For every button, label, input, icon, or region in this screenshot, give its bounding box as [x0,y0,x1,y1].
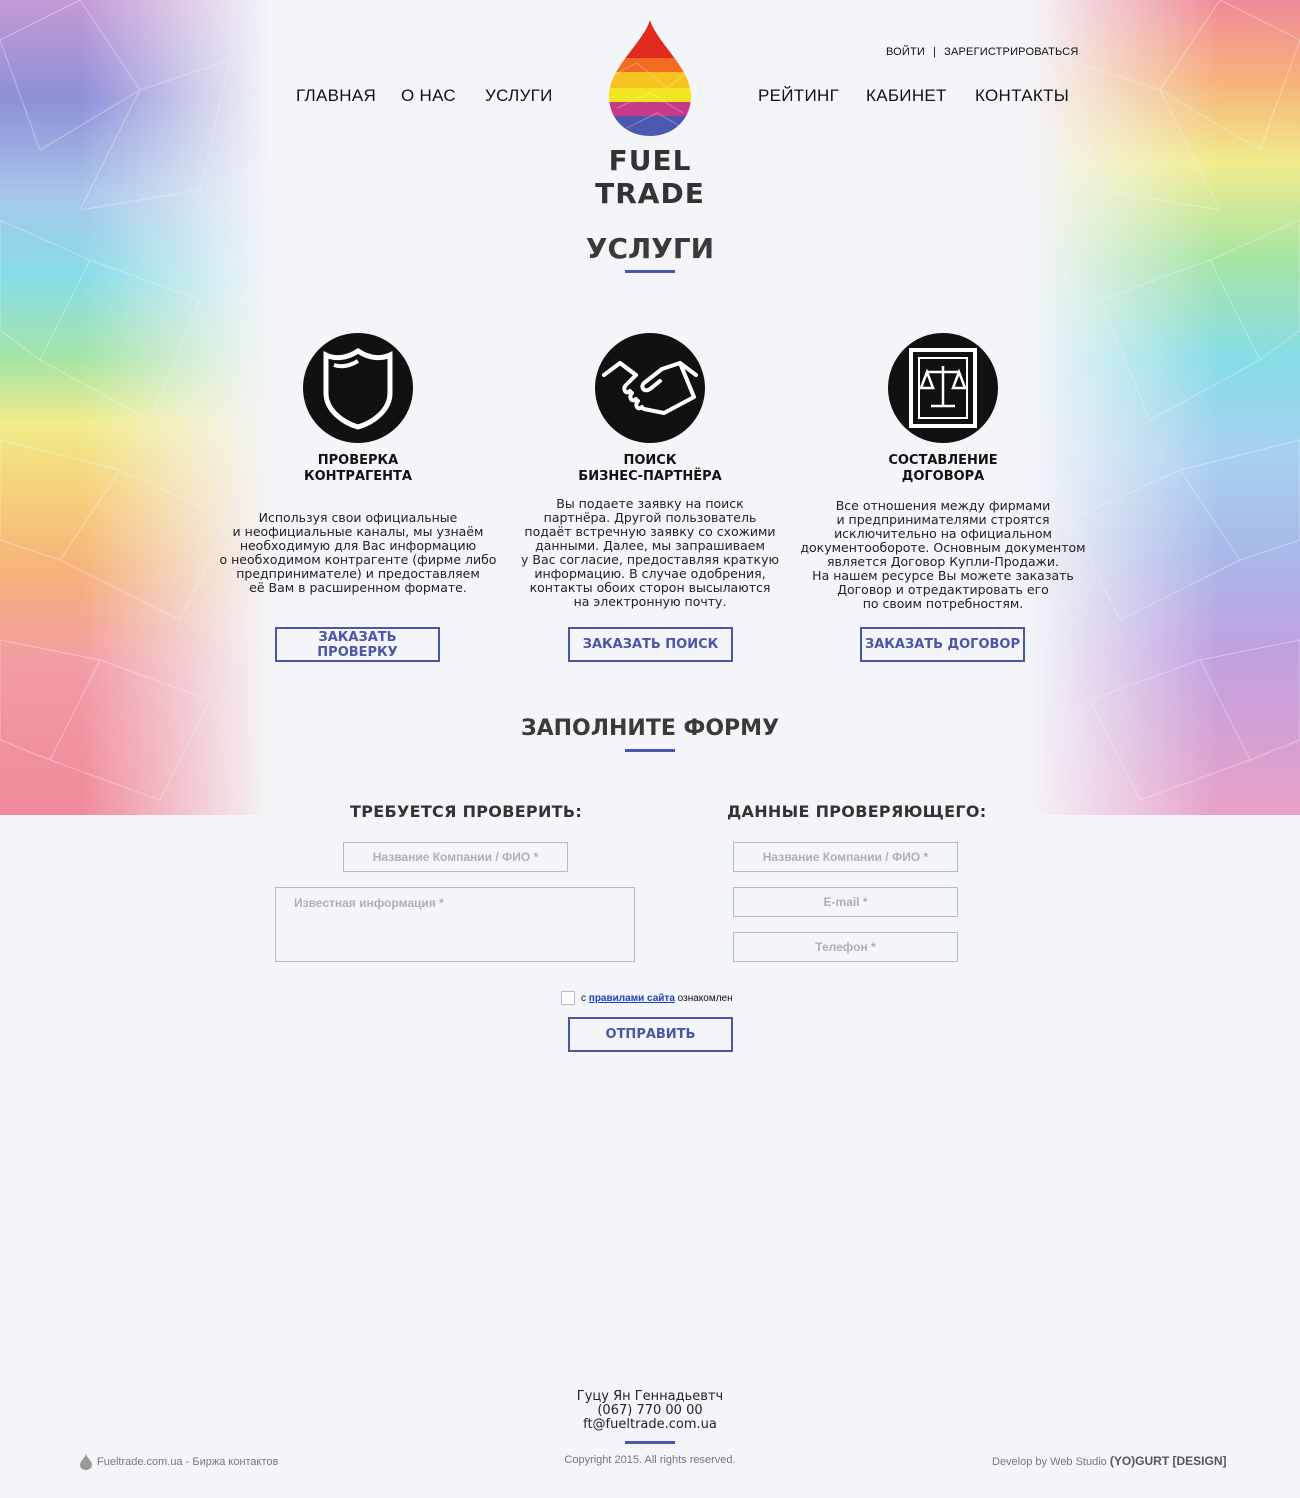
nav-item-services[interactable]: УСЛУГИ [485,86,553,106]
service-description: Все отношения между фирмами и предприним… [800,498,1086,611]
handshake-icon [595,333,705,443]
service-title-line1: ПРОВЕРКА [317,453,399,468]
target-section-heading: ТРЕБУЕТСЯ ПРОВЕРИТЬ: [350,802,583,821]
developer-logo[interactable]: (YO)GURT [DESIGN] [1110,1454,1227,1468]
checker-name-field[interactable] [733,842,958,872]
service-description: Используя свои официальные и неофициальн… [219,510,497,595]
service-title-line1: ПОИСК [623,453,677,468]
agree-prefix: с [581,992,586,1004]
site-rules-link[interactable]: правилами сайта [589,993,675,1004]
contacts-underline [625,1441,675,1444]
service-title: ПОИСК БИЗНЕС-ПАРТНЁРА [500,453,800,485]
service-title: СОСТАВЛЕНИЕ ДОГОВОРА [793,453,1093,485]
known-info-field[interactable] [275,887,635,962]
submit-button[interactable]: ОТПРАВИТЬ [568,1017,733,1052]
nav-item-cabinet[interactable]: КАБИНЕТ [866,86,947,106]
service-title: ПРОВЕРКА КОНТРАГЕНТА [208,453,508,485]
agree-rules: с правилами сайта ознакомлен [561,991,733,1005]
contact-email[interactable]: ft@fueltrade.com.ua [0,1418,1300,1432]
form-heading-underline [625,749,675,752]
developer-prefix: Develop by Web Studio [992,1456,1107,1468]
email-field[interactable] [733,887,958,917]
footer-developer: Develop by Web Studio (YO)GURT [DESIGN] [992,1454,1227,1468]
service-title-line2: КОНТРАГЕНТА [304,469,412,484]
contract-scales-icon [888,333,998,443]
service-title-line1: СОСТАВЛЕНИЕ [888,453,998,468]
service-description: Вы подаете заявку на поиск партнёра. Дру… [521,496,779,609]
nav-item-contacts[interactable]: КОНТАКТЫ [975,86,1069,106]
checker-section-heading: ДАННЫЕ ПРОВЕРЯЮЩЕГО: [727,802,987,821]
service-card-contract: СОСТАВЛЕНИЕ ДОГОВОРА Все отношения между… [793,333,1093,663]
logo[interactable]: FUEL TRADE [560,18,740,210]
contact-phone: (067) 770 00 00 [597,1403,703,1418]
nav-item-home[interactable]: ГЛАВНАЯ [296,86,376,106]
agree-checkbox[interactable] [561,991,575,1005]
services-heading: УСЛУГИ [585,232,715,265]
form-heading: ЗАПОЛНИТЕ ФОРМУ [520,716,780,741]
service-title-line2: ДОГОВОРА [901,469,985,484]
nav-item-about[interactable]: О НАС [401,86,456,106]
order-contract-button[interactable]: ЗАКАЗАТЬ ДОГОВОР [860,627,1025,662]
service-title-line2: БИЗНЕС-ПАРТНЁРА [578,469,722,484]
contact-name: Гуцу Ян Геннадьевтч [576,1389,724,1404]
fuel-drop-icon [609,20,691,136]
target-name-field[interactable] [343,842,568,872]
auth-links: ВОЙТИ | ЗАРЕГИСТРИРОВАТЬСЯ [886,46,1078,58]
contacts-block: Гуцу Ян Геннадьевтч (067) 770 00 00 ft@f… [0,1390,1300,1432]
order-search-button[interactable]: ЗАКАЗАТЬ ПОИСК [568,627,733,662]
shield-icon [303,333,413,443]
register-link[interactable]: ЗАРЕГИСТРИРОВАТЬСЯ [944,46,1078,58]
order-check-button[interactable]: ЗАКАЗАТЬ ПРОВЕРКУ [275,627,440,662]
agree-suffix: ознакомлен [677,992,733,1004]
brand-name: FUEL TRADE [595,144,705,210]
auth-separator: | [933,46,937,58]
service-card-search: ПОИСК БИЗНЕС-ПАРТНЁРА Вы подаете заявку … [500,333,800,663]
nav-item-rating[interactable]: РЕЙТИНГ [758,86,839,106]
service-card-check: ПРОВЕРКА КОНТРАГЕНТА Используя свои офиц… [208,333,508,663]
phone-field[interactable] [733,932,958,962]
login-link[interactable]: ВОЙТИ [886,46,925,58]
services-heading-underline [625,270,675,273]
